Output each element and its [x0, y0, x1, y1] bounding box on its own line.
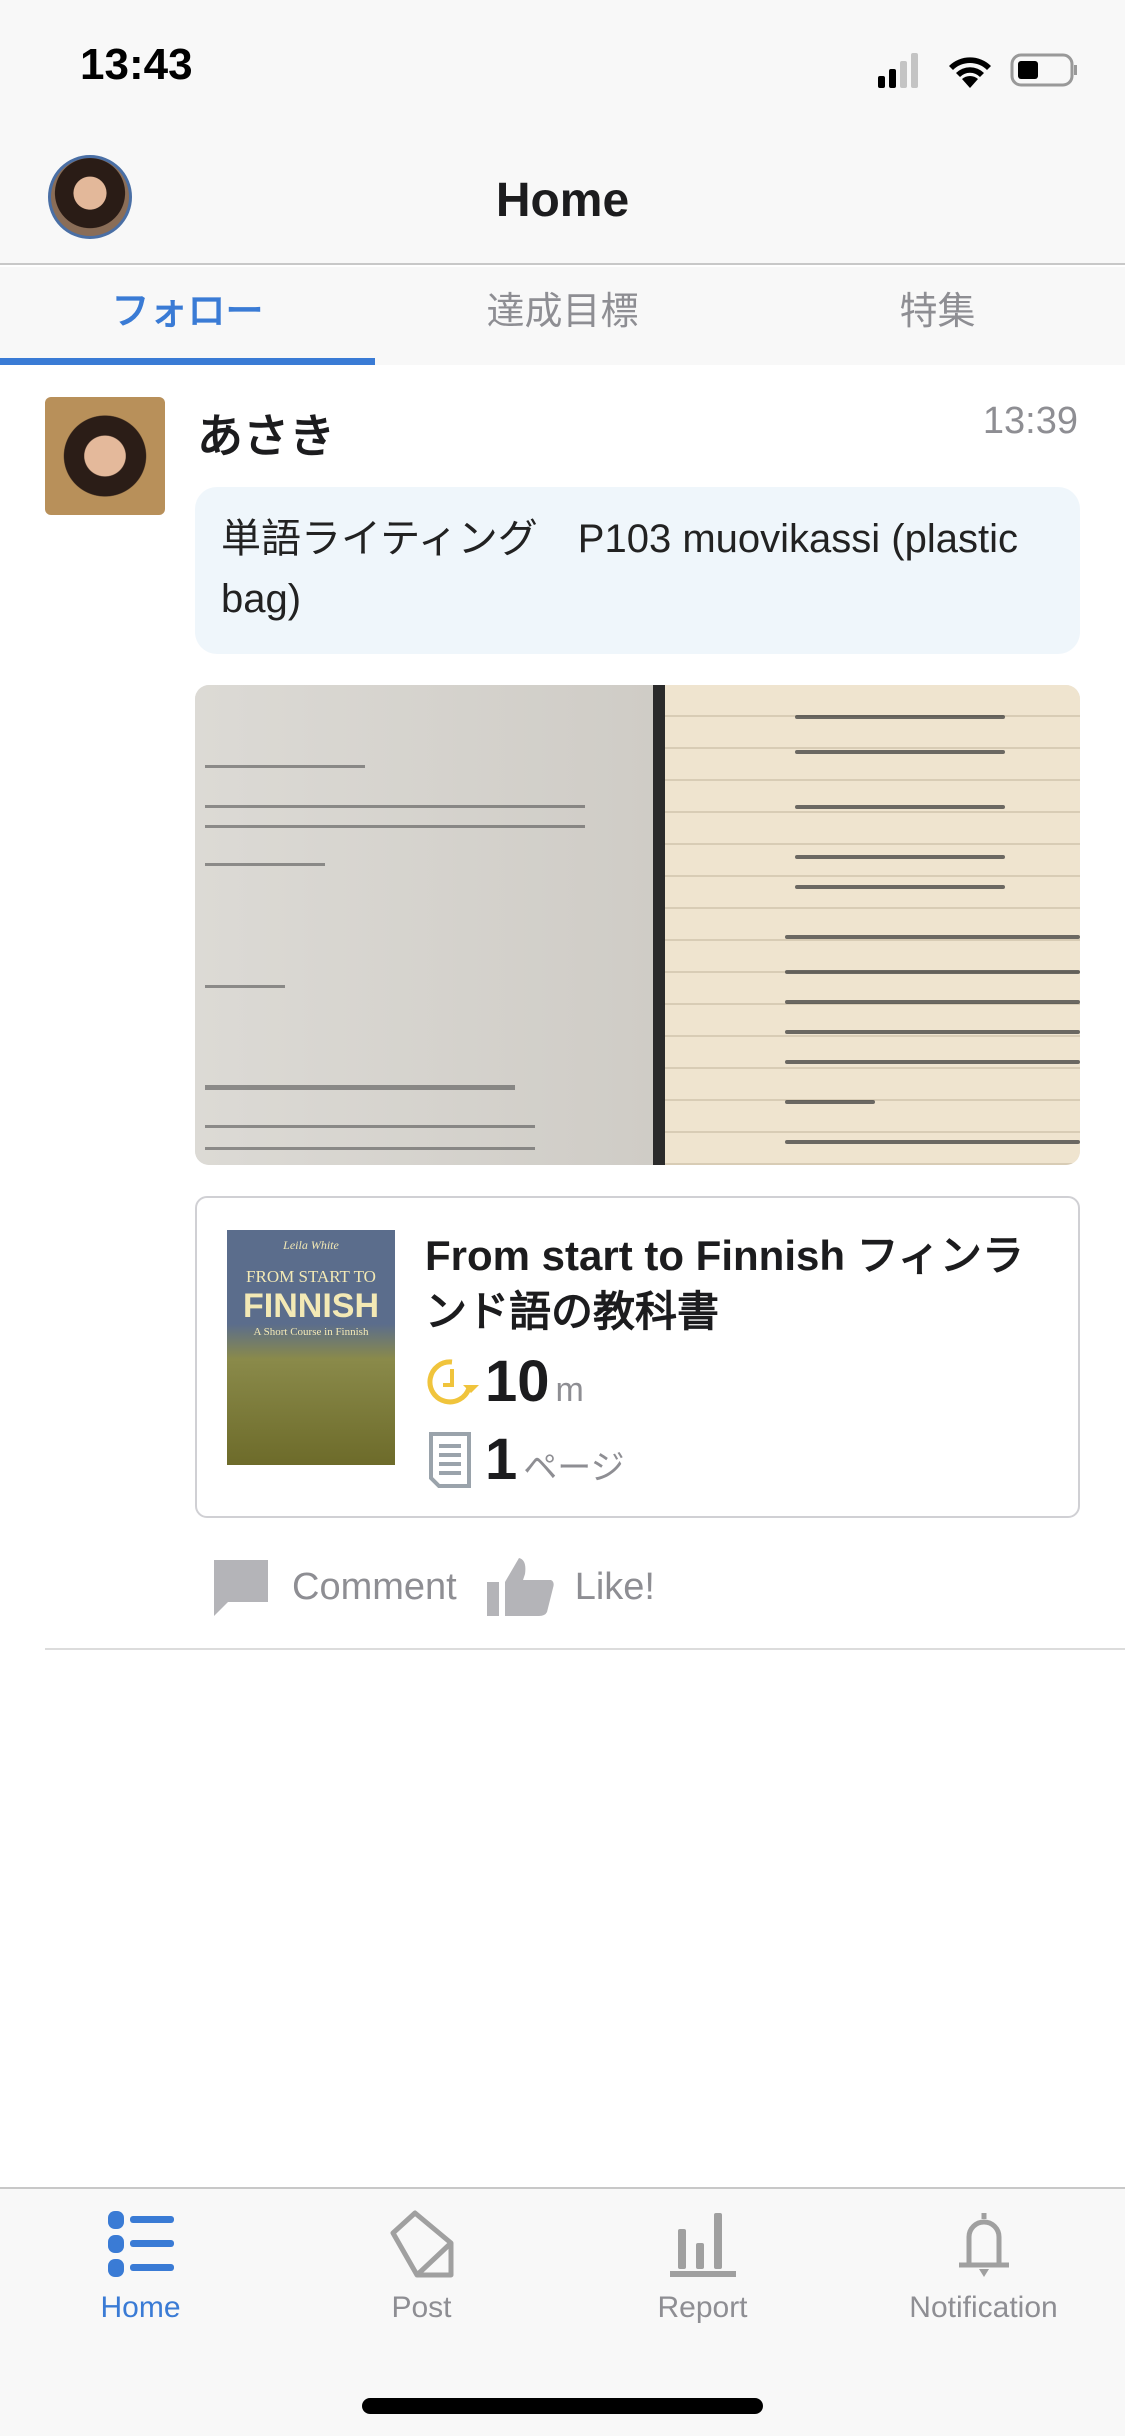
study-duration: 10 m	[425, 1348, 584, 1415]
tab-follow[interactable]: フォロー	[0, 267, 375, 365]
pencil-icon	[390, 2210, 453, 2278]
nav-post[interactable]: Post	[281, 2209, 562, 2325]
page-icon	[429, 1431, 471, 1488]
post-user-avatar[interactable]	[45, 397, 165, 515]
like-button[interactable]: Like!	[486, 1556, 655, 1618]
nav-header: Home	[0, 135, 1125, 265]
thumbs-up-icon	[486, 1558, 554, 1616]
wifi-icon	[949, 57, 991, 88]
tab-bar-top: フォロー 達成目標 特集	[0, 267, 1125, 365]
book-card[interactable]: Leila White FROM START TO FINNISH A Shor…	[195, 1196, 1080, 1518]
bell-icon	[958, 2213, 1009, 2277]
comment-button[interactable]: Comment	[210, 1556, 457, 1618]
study-pages: 1 ページ	[425, 1426, 625, 1493]
book-cover: Leila White FROM START TO FINNISH A Shor…	[227, 1230, 395, 1465]
post-message: 単語ライティング P103 muovikassi (plastic bag)	[195, 487, 1080, 654]
post-actions: Comment Like!	[210, 1552, 655, 1622]
tab-indicator	[0, 358, 375, 365]
notebook-page	[665, 685, 1080, 1165]
tab-goals[interactable]: 達成目標	[375, 267, 750, 365]
nav-report[interactable]: Report	[562, 2209, 843, 2325]
nav-home[interactable]: Home	[0, 2209, 281, 2325]
post-divider	[45, 1648, 1125, 1650]
post-time: 13:39	[982, 400, 1078, 442]
list-icon	[107, 2211, 174, 2277]
textbook-page	[195, 685, 655, 1165]
tab-featured[interactable]: 特集	[750, 267, 1125, 365]
page-title: Home	[495, 174, 630, 227]
nav-notification[interactable]: Notification	[843, 2209, 1124, 2325]
status-icons	[878, 53, 1077, 88]
timer-icon	[427, 1358, 479, 1404]
battery-icon	[1010, 53, 1077, 87]
status-bar: 13:43	[0, 0, 1125, 135]
bar-chart-icon	[669, 2213, 736, 2277]
comment-icon	[214, 1560, 268, 1616]
book-title: From start to Finnish フィンランド語の教科書	[425, 1232, 1024, 1335]
signal-icon	[878, 53, 918, 88]
post-photo[interactable]	[195, 685, 1080, 1165]
post-user-name[interactable]: あさき	[197, 400, 335, 466]
home-indicator[interactable]	[362, 2398, 763, 2414]
status-time: 13:43	[80, 40, 193, 89]
